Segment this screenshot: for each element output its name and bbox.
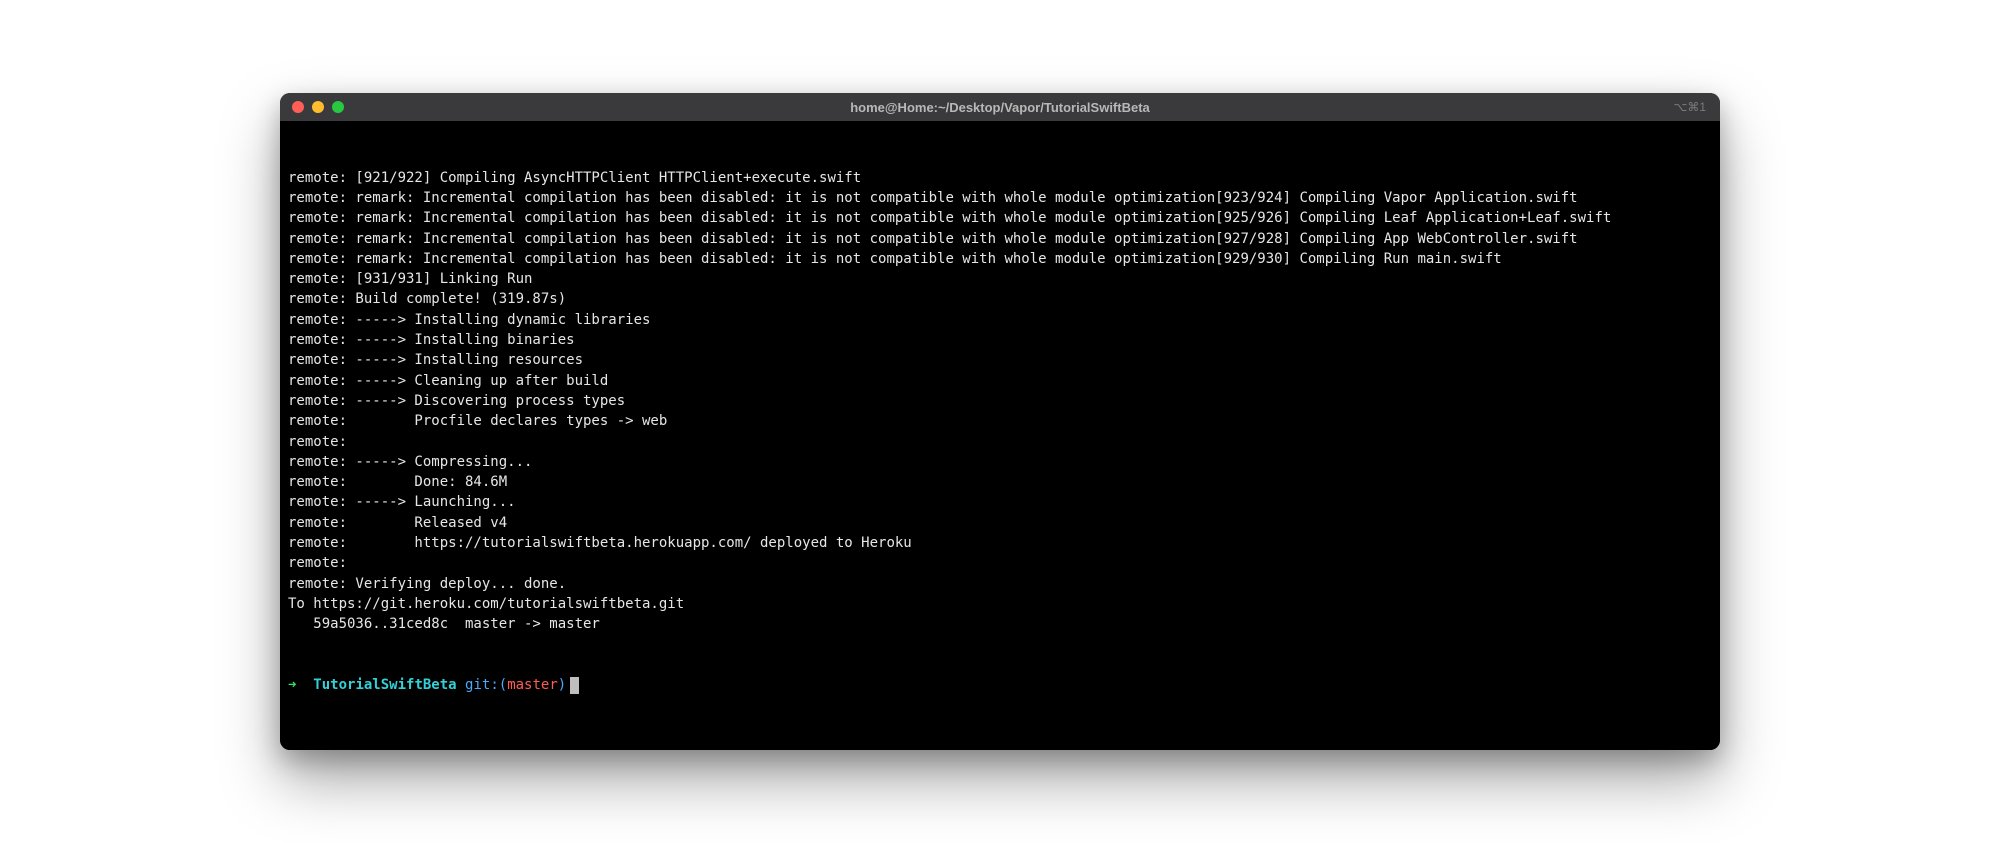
shell-prompt[interactable]: ➜ TutorialSwiftBeta git:(master)	[288, 675, 1712, 695]
terminal-line: remote: https://tutorialswiftbeta.heroku…	[288, 533, 1712, 553]
terminal-line: 59a5036..31ced8c master -> master	[288, 614, 1712, 634]
terminal-window: home@Home:~/Desktop/Vapor/TutorialSwiftB…	[280, 93, 1720, 750]
terminal-body[interactable]: remote: [921/922] Compiling AsyncHTTPCli…	[280, 121, 1720, 750]
terminal-line: remote: -----> Compressing...	[288, 452, 1712, 472]
terminal-line: remote: -----> Cleaning up after build	[288, 371, 1712, 391]
titlebar: home@Home:~/Desktop/Vapor/TutorialSwiftB…	[280, 93, 1720, 121]
prompt-branch: master	[507, 675, 558, 695]
terminal-line: remote:	[288, 432, 1712, 452]
window-title: home@Home:~/Desktop/Vapor/TutorialSwiftB…	[280, 100, 1720, 115]
minimize-window-button[interactable]	[312, 101, 324, 113]
terminal-line: remote: remark: Incremental compilation …	[288, 249, 1712, 269]
terminal-line: remote:	[288, 553, 1712, 573]
terminal-line: remote: [931/931] Linking Run	[288, 269, 1712, 289]
terminal-line: remote: Build complete! (319.87s)	[288, 289, 1712, 309]
maximize-window-button[interactable]	[332, 101, 344, 113]
terminal-line: remote: -----> Launching...	[288, 492, 1712, 512]
pane-indicator: ⌥⌘1	[1673, 100, 1706, 114]
terminal-line: remote: remark: Incremental compilation …	[288, 188, 1712, 208]
terminal-line: remote: -----> Installing binaries	[288, 330, 1712, 350]
prompt-git-close: )	[558, 675, 566, 695]
prompt-directory: TutorialSwiftBeta	[313, 675, 456, 695]
terminal-output: remote: [921/922] Compiling AsyncHTTPCli…	[288, 168, 1712, 635]
prompt-arrow-icon: ➜	[288, 675, 296, 695]
terminal-line: remote: Done: 84.6M	[288, 472, 1712, 492]
terminal-line: remote: [921/922] Compiling AsyncHTTPCli…	[288, 168, 1712, 188]
terminal-line: remote: Procfile declares types -> web	[288, 411, 1712, 431]
close-window-button[interactable]	[292, 101, 304, 113]
terminal-line: remote: -----> Installing resources	[288, 350, 1712, 370]
traffic-lights	[292, 101, 344, 113]
terminal-line: remote: -----> Installing dynamic librar…	[288, 310, 1712, 330]
prompt-git-label: git:(	[465, 675, 507, 695]
terminal-line: remote: remark: Incremental compilation …	[288, 208, 1712, 228]
cursor	[570, 677, 579, 694]
terminal-line: remote: -----> Discovering process types	[288, 391, 1712, 411]
terminal-line: remote: Released v4	[288, 513, 1712, 533]
terminal-line: remote: remark: Incremental compilation …	[288, 229, 1712, 249]
terminal-line: remote: Verifying deploy... done.	[288, 574, 1712, 594]
terminal-line: To https://git.heroku.com/tutorialswiftb…	[288, 594, 1712, 614]
